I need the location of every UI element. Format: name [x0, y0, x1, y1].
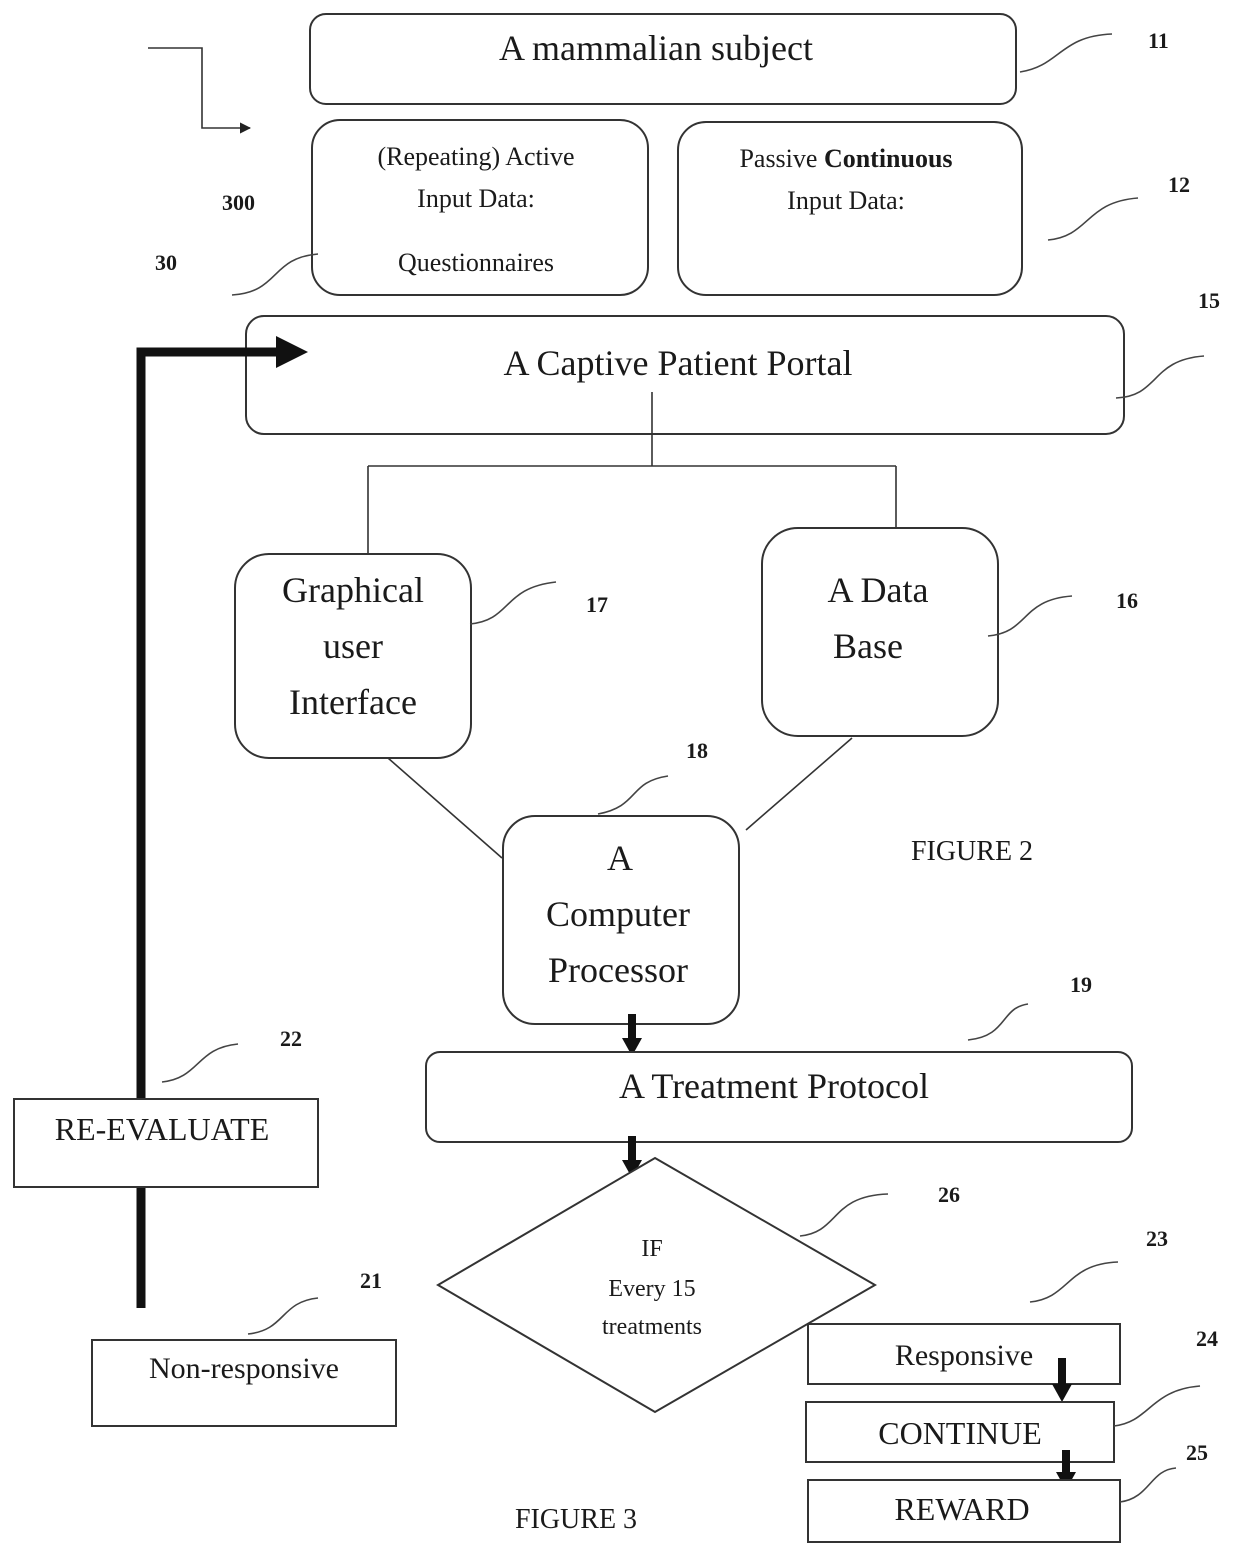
ref-number-26: 26 — [938, 1182, 960, 1207]
passive-input-line2: Input Data: — [787, 186, 905, 215]
leader-line-24 — [1113, 1385, 1201, 1427]
leader-line-15 — [1115, 355, 1205, 399]
leader-line-23 — [1029, 1261, 1119, 1303]
leader-line-11 — [1019, 33, 1113, 73]
processor-line1: A — [607, 838, 633, 878]
entry-arrow — [148, 47, 252, 134]
re-evaluate-label: RE-EVALUATE — [55, 1111, 270, 1147]
leader-line-16 — [987, 595, 1073, 637]
active-input-box: (Repeating) Active Input Data: Questionn… — [311, 119, 649, 296]
leader-line-18 — [597, 775, 669, 815]
gui-processor-connector — [387, 757, 503, 859]
database-line2: Base — [833, 626, 903, 666]
ref-number-21: 21 — [360, 1268, 382, 1293]
decision-line1: IF — [641, 1236, 662, 1262]
ref-number-23: 23 — [1146, 1226, 1168, 1251]
re-evaluate-box: RE-EVALUATE — [13, 1098, 319, 1188]
ref-number-11: 11 — [1148, 28, 1169, 53]
ref-number-30: 30 — [155, 250, 177, 275]
mammalian-subject-label: A mammalian subject — [499, 28, 813, 68]
gui-line3: Interface — [289, 682, 417, 722]
ref-number-22: 22 — [280, 1026, 302, 1051]
leader-line-19 — [967, 1003, 1029, 1041]
active-input-line3: Questionnaires — [398, 248, 554, 277]
responsive-box: Responsive — [807, 1323, 1121, 1385]
gui-box: Graphical user Interface — [234, 553, 472, 759]
ref-number-12: 12 — [1168, 172, 1190, 197]
treatment-protocol-box: A Treatment Protocol — [425, 1051, 1133, 1143]
figure-3-caption: FIGURE 3 — [515, 1504, 637, 1535]
gui-line2: user — [323, 626, 383, 666]
mammalian-subject-box: A mammalian subject — [309, 13, 1017, 105]
ref-number-15: 15 — [1198, 288, 1220, 313]
leader-line-26 — [799, 1193, 889, 1237]
leader-line-21 — [247, 1297, 319, 1335]
ref-number-19: 19 — [1070, 972, 1092, 997]
computer-processor-box: A Computer Processor — [502, 815, 740, 1025]
non-responsive-box: Non-responsive — [91, 1339, 397, 1427]
flowchart-diagram: A mammalian subject 11 (Repeating) Activ… — [13, 13, 1220, 1543]
leader-line-30 — [231, 253, 319, 296]
leader-line-17 — [469, 581, 557, 625]
ref-number-24: 24 — [1196, 1326, 1218, 1351]
leader-line-12 — [1047, 197, 1139, 241]
active-input-line2: Input Data: — [417, 184, 535, 213]
decision-line2: Every 15 — [608, 1276, 695, 1302]
portal-label: A Captive Patient Portal — [504, 343, 853, 383]
ref-number-16: 16 — [1116, 588, 1138, 613]
decision-line3: treatments — [602, 1314, 702, 1340]
reward-box: REWARD — [807, 1479, 1121, 1543]
figure-2-caption: FIGURE 2 — [911, 836, 1033, 867]
leader-line-22 — [161, 1043, 239, 1083]
leader-line-25 — [1119, 1467, 1177, 1503]
database-box: A Data Base — [761, 527, 999, 737]
ref-number-17: 17 — [586, 592, 608, 617]
ref-number-25: 25 — [1186, 1440, 1208, 1465]
ref-number-300: 300 — [222, 190, 255, 215]
non-responsive-label: Non-responsive — [149, 1352, 339, 1385]
passive-input-line1: Passive Continuous — [739, 144, 952, 173]
passive-input-box: Passive Continuous Input Data: — [677, 121, 1023, 296]
continue-label: CONTINUE — [878, 1415, 1042, 1451]
responsive-label: Responsive — [895, 1339, 1033, 1372]
ref-number-18: 18 — [686, 738, 708, 763]
database-line1: A Data — [828, 570, 929, 610]
active-input-line1: (Repeating) Active — [377, 142, 574, 171]
database-processor-connector — [745, 737, 853, 831]
treatment-protocol-label: A Treatment Protocol — [619, 1066, 929, 1106]
captive-patient-portal-box: A Captive Patient Portal — [245, 315, 1125, 435]
gui-line1: Graphical — [282, 570, 424, 610]
processor-line3: Processor — [548, 950, 688, 990]
processor-line2: Computer — [546, 894, 690, 934]
reward-label: REWARD — [894, 1491, 1029, 1527]
